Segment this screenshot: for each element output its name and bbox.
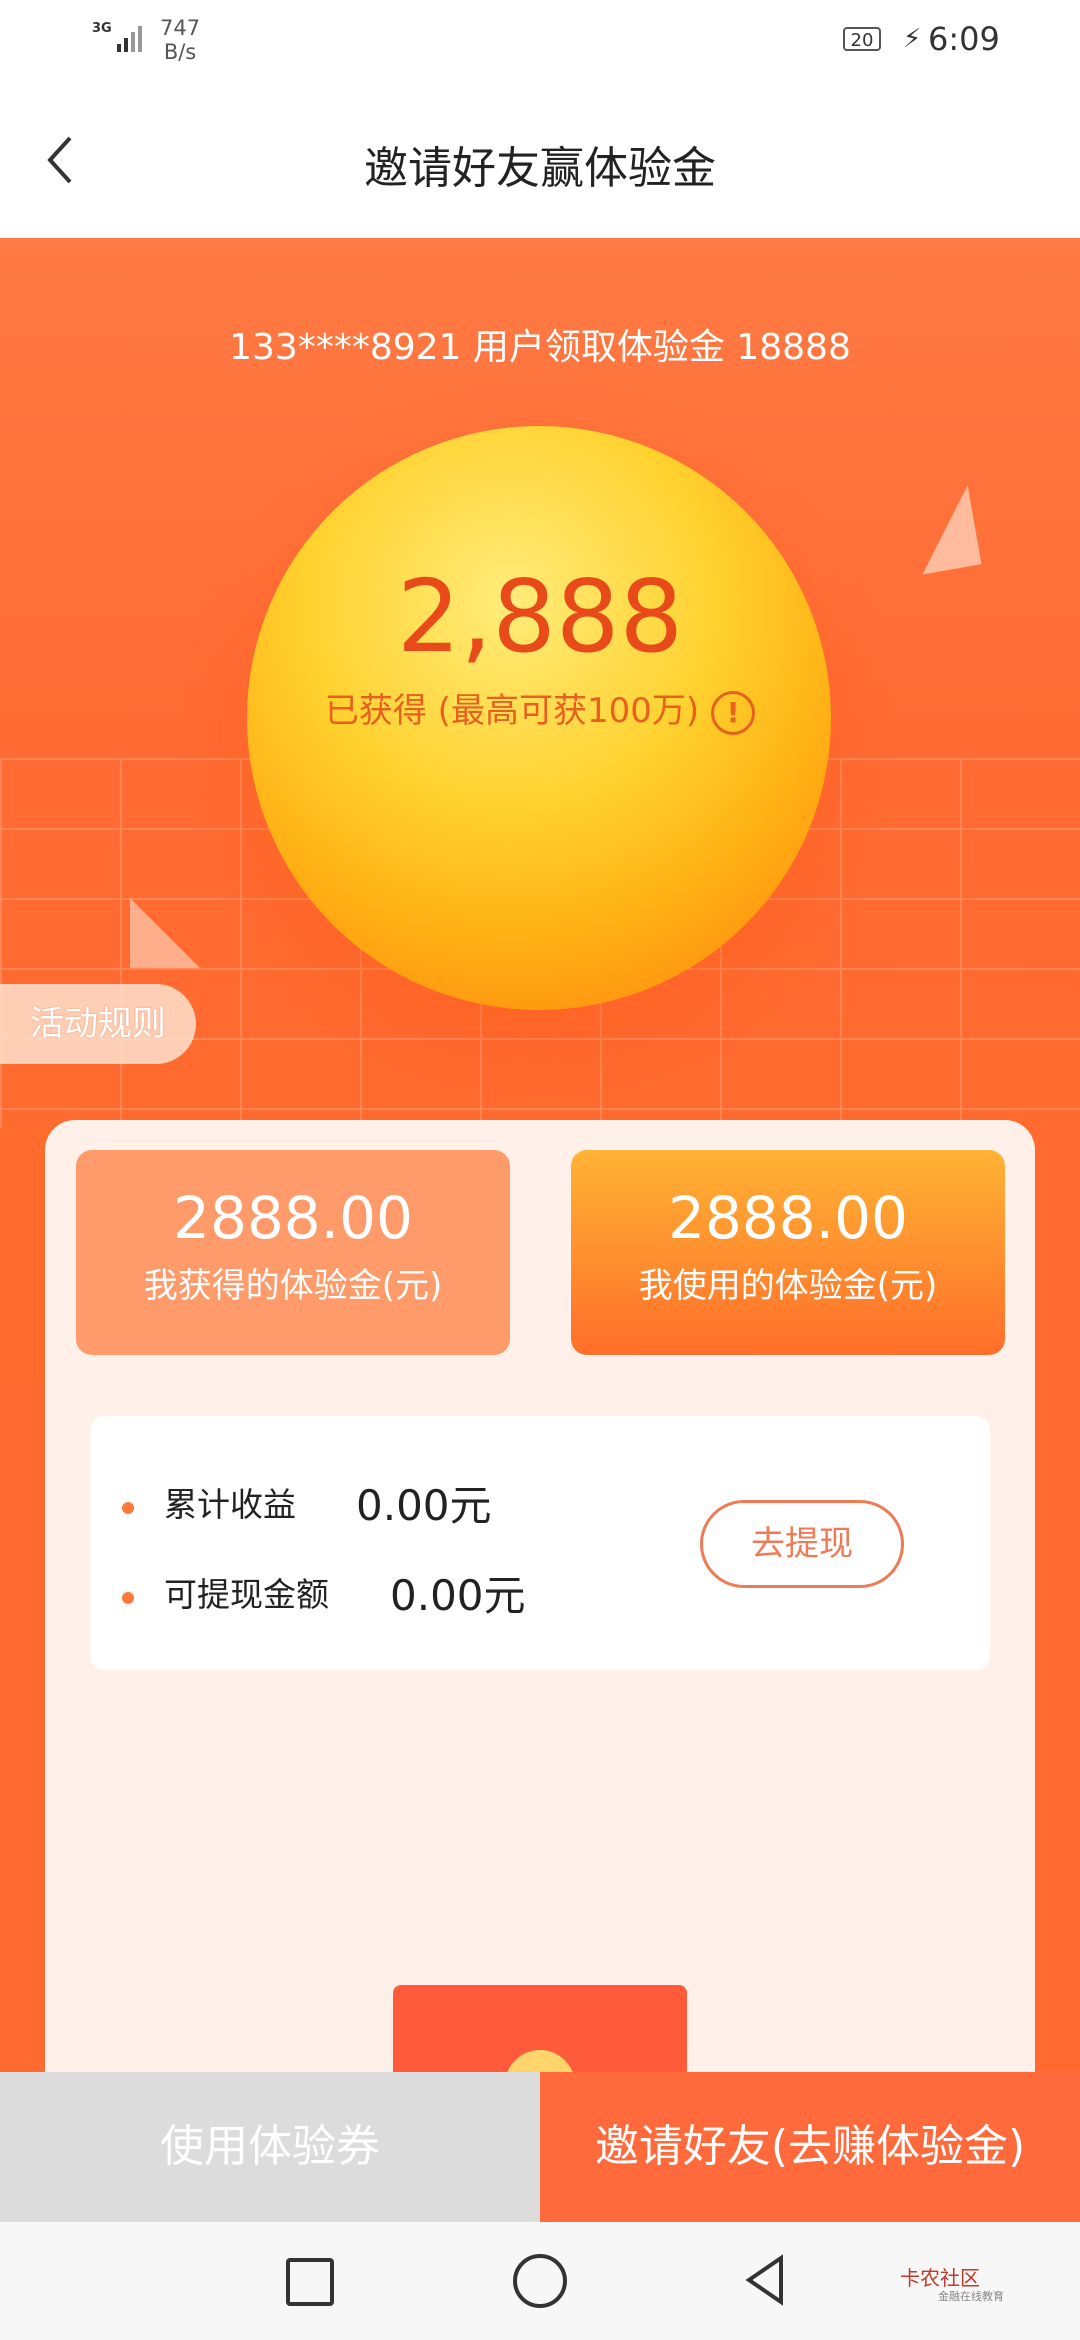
home-icon[interactable] xyxy=(513,2254,567,2308)
used-value: 2888.00 xyxy=(668,1184,908,1252)
status-bar: 3G 747 B/s 20 ⚡ 6:09 xyxy=(0,0,1080,80)
recents-icon[interactable] xyxy=(286,2258,334,2306)
charging-icon: ⚡ xyxy=(903,24,922,54)
cumulative-income-label: 累计收益 xyxy=(164,1485,296,1524)
earned-label: 我获得的体验金(元) xyxy=(143,1266,443,1306)
network-speed: 747 B/s xyxy=(160,16,201,64)
back-icon[interactable] xyxy=(745,2254,785,2306)
earned-amount: 2,888 xyxy=(396,558,684,675)
earned-subtitle: 已获得 (最高可获100万)! xyxy=(0,683,1080,735)
cumulative-income-value: 0.00元 xyxy=(356,1481,492,1530)
paper-plane-icon xyxy=(130,898,200,968)
earned-value: 2888.00 xyxy=(173,1184,413,1252)
bullet-dot xyxy=(122,1592,134,1604)
withdrawable-value: 0.00元 xyxy=(390,1571,526,1620)
system-nav-bar: 卡农社区 金融在线教育 xyxy=(0,2222,1080,2340)
invite-friends-button[interactable]: 邀请好友(去赚体验金) xyxy=(540,2072,1080,2222)
clock: 6:09 xyxy=(928,20,1000,58)
watermark-title: 卡农社区 xyxy=(900,2266,980,2290)
use-voucher-button[interactable]: 使用体验券 xyxy=(0,2072,540,2222)
info-icon[interactable]: ! xyxy=(711,690,756,735)
battery-icon: 20 xyxy=(843,27,881,51)
tab-used[interactable]: 2888.00 我使用的体验金(元) xyxy=(571,1150,1005,1355)
hero-banner: 133****8921 用户领取体验金 18888 2,888 已获得 (最高可… xyxy=(0,238,1080,1128)
bullet-dot xyxy=(122,1502,134,1514)
watermark-subtitle: 金融在线教育 xyxy=(938,2290,1004,2303)
network-type: 3G xyxy=(92,21,112,36)
used-label: 我使用的体验金(元) xyxy=(638,1266,938,1306)
earnings-summary: 累计收益 0.00元 可提现金额 0.00元 去提现 xyxy=(90,1416,990,1670)
activity-rules-button[interactable]: 活动规则 xyxy=(0,984,196,1064)
claim-ticker: 133****8921 用户领取体验金 18888 xyxy=(229,327,851,368)
tab-earned[interactable]: 2888.00 我获得的体验金(元) xyxy=(76,1150,510,1355)
withdrawable-label: 可提现金额 xyxy=(164,1575,329,1614)
app-header: 邀请好友赢体验金 xyxy=(0,80,1080,238)
page-title: 邀请好友赢体验金 xyxy=(364,143,716,194)
signal-icon xyxy=(117,26,142,52)
withdraw-button[interactable]: 去提现 xyxy=(700,1500,904,1588)
